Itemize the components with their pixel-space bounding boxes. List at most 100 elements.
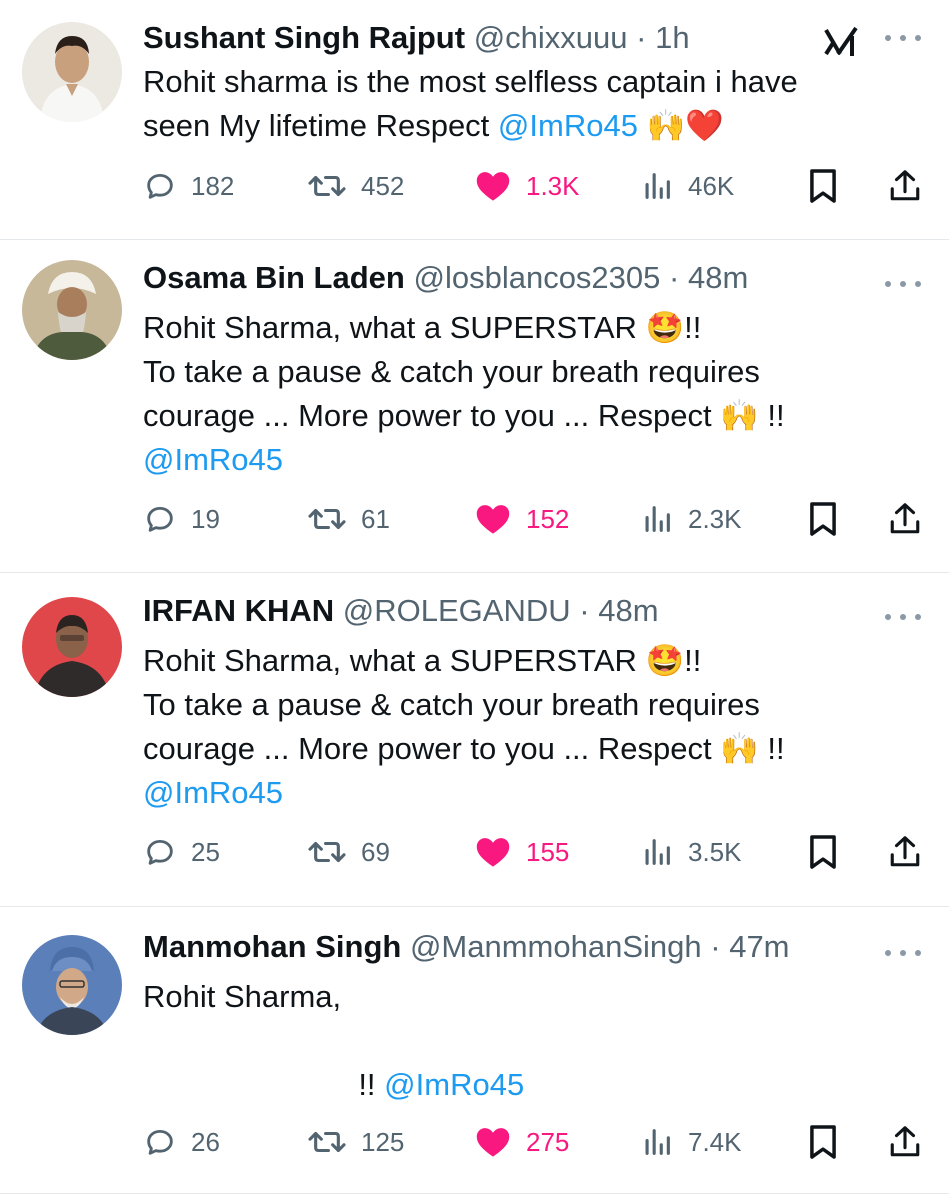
username[interactable]: @ManmmohanSingh xyxy=(410,929,702,964)
like-count: 275 xyxy=(526,1126,570,1157)
tweet[interactable]: Sushant Singh Rajput @chixxuuu · 1h Rohi… xyxy=(0,0,949,240)
like-button[interactable]: 275 xyxy=(474,1122,569,1162)
like-count: 152 xyxy=(526,503,570,534)
share-icon[interactable] xyxy=(888,499,922,539)
like-icon xyxy=(474,1125,512,1159)
bookmark-icon[interactable] xyxy=(807,499,839,539)
more-options-icon[interactable] xyxy=(885,274,921,294)
tweet-text-segment: To take a pause & catch your breath requ… xyxy=(143,354,760,389)
mention-link[interactable]: @ImRo45 xyxy=(384,1067,524,1102)
retweet-count: 61 xyxy=(361,503,390,534)
tweet-text: Rohit Sharma, !! @ImRo45 xyxy=(143,975,923,1107)
timestamp[interactable]: 48m xyxy=(598,593,658,628)
retweet-count: 125 xyxy=(361,1126,405,1157)
tweet[interactable]: Manmohan Singh @ManmmohanSingh · 47m Roh… xyxy=(0,907,949,1194)
views-count: 7.4K xyxy=(688,1126,742,1157)
tweet-text-segment: Rohit Sharma, xyxy=(143,979,342,1014)
views-count: 2.3K xyxy=(688,503,742,534)
tweet[interactable]: IRFAN KHAN @ROLEGANDU · 48m Rohit Sharma… xyxy=(0,573,949,907)
tweet-text-line: Rohit Sharma, what a SUPERSTAR 🤩!! xyxy=(143,639,923,683)
avatar[interactable] xyxy=(22,22,122,122)
tweet-text-line xyxy=(143,1019,923,1063)
more-options-icon[interactable] xyxy=(885,607,921,627)
tweet[interactable]: Osama Bin Laden @losblancos2305 · 48m Ro… xyxy=(0,240,949,573)
reply-button[interactable]: 182 xyxy=(143,166,234,206)
mention-link[interactable]: @ImRo45 xyxy=(143,442,283,477)
tweet-text: Rohit sharma is the most selfless captai… xyxy=(143,60,923,148)
views-count: 3.5K xyxy=(688,836,742,867)
like-button[interactable]: 155 xyxy=(474,832,569,872)
share-icon[interactable] xyxy=(888,1122,922,1162)
reply-button[interactable]: 19 xyxy=(143,499,220,539)
retweet-button[interactable]: 69 xyxy=(307,832,390,872)
tweet-text-line: Rohit Sharma, xyxy=(143,975,923,1019)
avatar[interactable] xyxy=(22,260,122,360)
tweet-text-line: Rohit sharma is the most selfless captai… xyxy=(143,60,923,104)
bookmark-icon[interactable] xyxy=(807,166,839,206)
retweet-count: 69 xyxy=(361,836,390,867)
action-bar: 25 69 155 3.5K xyxy=(143,832,928,872)
action-bar: 26 125 275 7.4K xyxy=(143,1122,928,1162)
separator-dot: · xyxy=(579,593,590,628)
like-button[interactable]: 152 xyxy=(474,499,569,539)
username[interactable]: @chixxuuu xyxy=(474,20,628,55)
retweet-icon xyxy=(307,835,347,869)
like-button[interactable]: 1.3K xyxy=(474,166,580,206)
views-icon xyxy=(640,502,674,536)
reply-icon xyxy=(143,169,177,203)
reply-button[interactable]: 26 xyxy=(143,1122,220,1162)
grok-icon[interactable] xyxy=(822,24,862,60)
mention-link[interactable]: @ImRo45 xyxy=(143,775,283,810)
tweet-text-line: To take a pause & catch your breath requ… xyxy=(143,350,923,394)
share-icon[interactable] xyxy=(888,832,922,872)
tweet-text-line: courage ... More power to you ... Respec… xyxy=(143,727,923,771)
reply-count: 26 xyxy=(191,1126,220,1157)
reply-button[interactable]: 25 xyxy=(143,832,220,872)
timestamp[interactable]: 48m xyxy=(688,260,748,295)
retweet-button[interactable]: 61 xyxy=(307,499,390,539)
retweet-button[interactable]: 452 xyxy=(307,166,404,206)
views-button[interactable]: 46K xyxy=(640,166,734,206)
tweet-text: Rohit Sharma, what a SUPERSTAR 🤩!! To tak… xyxy=(143,306,923,482)
tweet-text-line: To take a pause & catch your breath requ… xyxy=(143,683,923,727)
tweet-header: Osama Bin Laden @losblancos2305 · 48m xyxy=(143,258,748,298)
display-name[interactable]: IRFAN KHAN xyxy=(143,593,334,628)
bookmark-icon[interactable] xyxy=(807,1122,839,1162)
avatar[interactable] xyxy=(22,597,122,697)
avatar[interactable] xyxy=(22,935,122,1035)
views-button[interactable]: 7.4K xyxy=(640,1122,742,1162)
retweet-icon xyxy=(307,169,347,203)
timestamp[interactable]: 1h xyxy=(655,20,689,55)
timeline-feed: Sushant Singh Rajput @chixxuuu · 1h Rohi… xyxy=(0,0,949,1194)
tweet-text-line: !! @ImRo45 xyxy=(143,1063,923,1107)
tweet-text-segment: courage ... More power to you ... Respec… xyxy=(143,398,785,433)
username[interactable]: @ROLEGANDU xyxy=(343,593,571,628)
display-name[interactable]: Osama Bin Laden xyxy=(143,260,405,295)
like-icon xyxy=(474,169,512,203)
more-options-icon[interactable] xyxy=(885,28,921,48)
views-button[interactable]: 2.3K xyxy=(640,499,742,539)
reply-icon xyxy=(143,1125,177,1159)
tweet-text-line: seen My lifetime Respect @ImRo45 🙌❤️ xyxy=(143,104,923,148)
bookmark-icon[interactable] xyxy=(807,832,839,872)
username[interactable]: @losblancos2305 xyxy=(413,260,660,295)
tweet-text: Rohit Sharma, what a SUPERSTAR 🤩!! To tak… xyxy=(143,639,923,815)
views-button[interactable]: 3.5K xyxy=(640,832,742,872)
display-name[interactable]: Manmohan Singh xyxy=(143,929,401,964)
mention-link[interactable]: @ImRo45 xyxy=(498,108,638,143)
timestamp[interactable]: 47m xyxy=(729,929,789,964)
reply-icon xyxy=(143,835,177,869)
tweet-text-line: Rohit Sharma, what a SUPERSTAR 🤩!! xyxy=(143,306,923,350)
action-bar: 182 452 1.3K 46K xyxy=(143,166,928,206)
separator-dot: · xyxy=(636,20,647,55)
display-name[interactable]: Sushant Singh Rajput xyxy=(143,20,465,55)
like-icon xyxy=(474,502,512,536)
tweet-text-segment: Rohit sharma is the most selfless captai… xyxy=(143,64,798,99)
more-options-icon[interactable] xyxy=(885,943,921,963)
reply-count: 19 xyxy=(191,503,220,534)
views-count: 46K xyxy=(688,170,735,201)
share-icon[interactable] xyxy=(888,166,922,206)
tweet-text-segment: Rohit Sharma, what a SUPERSTAR 🤩!! xyxy=(143,643,702,678)
retweet-button[interactable]: 125 xyxy=(307,1122,404,1162)
separator-dot: · xyxy=(710,929,721,964)
